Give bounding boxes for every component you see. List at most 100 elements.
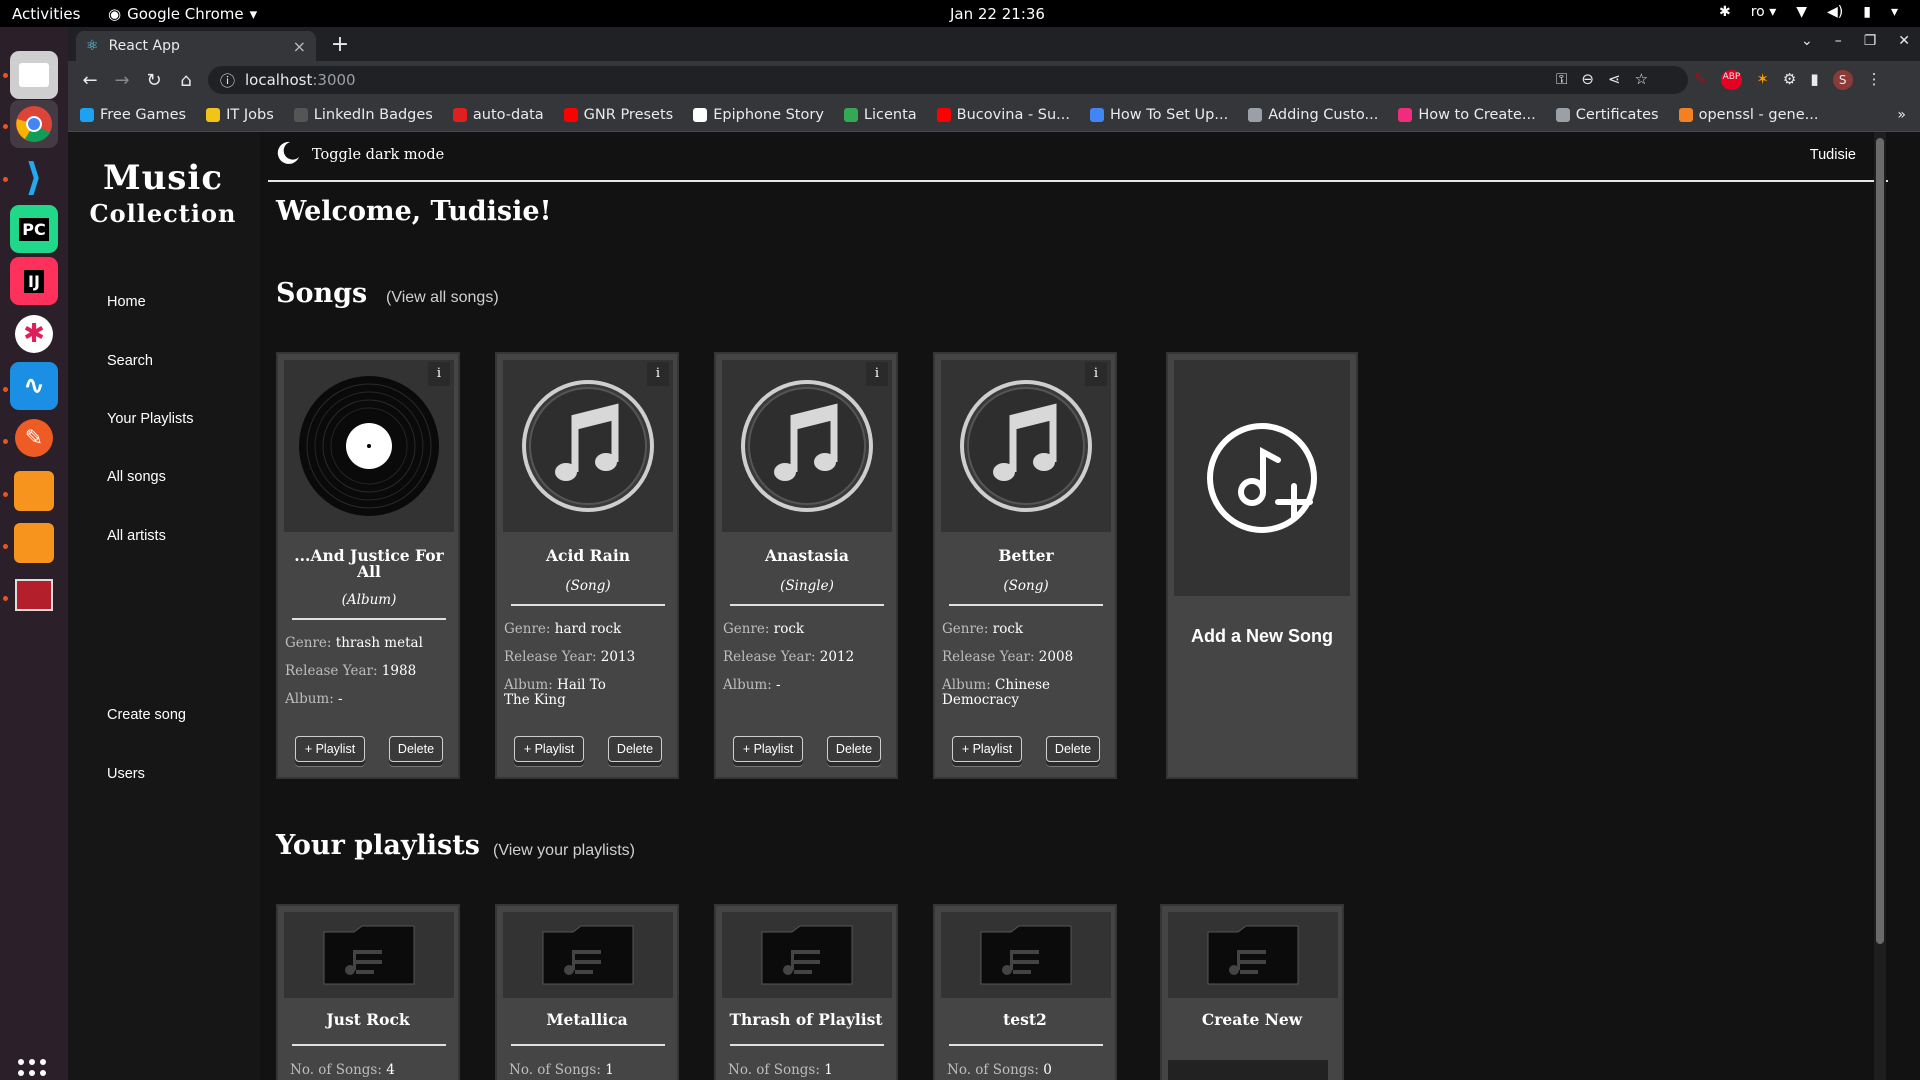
reload-icon[interactable]: ↻ (138, 70, 170, 91)
maximize-icon[interactable]: ❐ (1864, 33, 1877, 49)
pycharm-icon[interactable]: PC (10, 205, 58, 253)
bookmark-item[interactable]: GNR Presets (563, 107, 673, 123)
tab-strip: ⚛ React App × + ⌄ – ❐ ✕ (68, 27, 1920, 61)
system-tray[interactable]: ✱ ro ▾ ▼ ◀) ▮ ▾ (1719, 4, 1898, 20)
scrollbar-thumb[interactable] (1876, 138, 1884, 944)
playlist-card[interactable]: test2 No. of Songs: 0 (933, 904, 1117, 1080)
close-window-icon[interactable]: ✕ (1898, 33, 1910, 49)
create-playlist-input[interactable] (1168, 1060, 1328, 1080)
bookmark-item[interactable]: Bucovina - Su... (936, 107, 1070, 123)
zoom-icon[interactable]: ⊖ (1581, 70, 1594, 88)
language-indicator[interactable]: ro ▾ (1751, 4, 1777, 20)
key-icon[interactable]: ⚿ (1556, 70, 1567, 88)
song-title: ...And Justice For All (294, 546, 444, 581)
dark-mode-toggle[interactable]: Toggle dark mode (312, 147, 444, 163)
bookmark-item[interactable]: Adding Custo... (1248, 107, 1378, 123)
adblock-icon[interactable]: ABP (1720, 70, 1743, 90)
scrollbar[interactable] (1874, 132, 1886, 1080)
eclipse-icon[interactable] (10, 519, 58, 567)
info-button[interactable]: i (428, 362, 450, 386)
bookmark-item[interactable]: Epiphone Story (693, 107, 824, 123)
delete-button[interactable]: Delete (1046, 736, 1100, 762)
add-to-playlist-button[interactable]: + Playlist (952, 736, 1022, 762)
more-bookmarks-icon[interactable]: » (1897, 107, 1906, 123)
playlist-title: Thrash of Playlist (729, 1010, 883, 1029)
clock[interactable]: Jan 22 21:36 (950, 5, 1045, 23)
browser-tab[interactable]: ⚛ React App × (76, 31, 316, 61)
song-card[interactable]: i ...And Justice For All (Album) Genre: thr… (276, 352, 460, 779)
profile-avatar[interactable]: S (1832, 70, 1853, 90)
system-menu-caret-icon[interactable]: ▾ (1891, 4, 1898, 20)
chrome-dock-icon[interactable] (10, 100, 58, 148)
home-icon[interactable]: ⌂ (170, 70, 202, 91)
postman-icon[interactable]: ✎ (10, 414, 58, 462)
playlist-card[interactable]: Thrash of Playlist No. of Songs: 1 (714, 904, 898, 1080)
vscode-icon[interactable]: ⟩ (10, 153, 58, 201)
info-button[interactable]: i (1085, 362, 1107, 386)
playlist-card[interactable]: Metallica No. of Songs: 1 (495, 904, 679, 1080)
nav-your-playlists[interactable]: Your Playlists (107, 411, 194, 427)
create-playlist-card[interactable]: Create New (1160, 904, 1344, 1080)
bookmark-item[interactable]: LinkedIn Badges (293, 107, 433, 123)
activities-button[interactable]: Activities (12, 5, 80, 23)
app-logo[interactable]: Music Collection (88, 160, 238, 232)
nav-create-song[interactable]: Create song (107, 707, 186, 723)
bookmark-item[interactable]: openssl - gene... (1678, 107, 1818, 123)
close-tab-icon[interactable]: × (293, 37, 306, 56)
show-apps-icon[interactable] (18, 1059, 46, 1080)
delete-button[interactable]: Delete (608, 736, 662, 762)
eclipse-icon[interactable] (10, 467, 58, 515)
system-monitor-icon[interactable]: ∿ (10, 362, 58, 410)
song-album: Album: - (723, 677, 781, 693)
bookmark-item[interactable]: How to Create... (1398, 107, 1536, 123)
slack-tray-icon[interactable]: ✱ (1719, 4, 1731, 20)
tab-search-icon[interactable]: ⌄ (1801, 33, 1813, 49)
share-icon[interactable]: ⋖ (1608, 70, 1621, 88)
bookmark-item[interactable]: Certificates (1555, 107, 1659, 123)
nav-all-artists[interactable]: All artists (107, 528, 166, 544)
minimize-icon[interactable]: – (1835, 33, 1842, 49)
song-card[interactable]: i Anastasia (Single) Genre: rock Release Yea… (714, 352, 898, 779)
bookmark-item[interactable]: auto-data (452, 107, 544, 123)
bookmark-item[interactable]: IT Jobs (206, 107, 274, 123)
site-info-icon[interactable]: ⓘ (220, 70, 235, 91)
username[interactable]: Tudisie (1810, 147, 1856, 163)
nav-users[interactable]: Users (107, 766, 145, 782)
add-to-playlist-button[interactable]: + Playlist (295, 736, 365, 762)
terminal-app-icon[interactable] (10, 571, 58, 619)
nav-all-songs[interactable]: All songs (107, 469, 166, 485)
playlist-card[interactable]: Just Rock No. of Songs: 4 (276, 904, 460, 1080)
bookmark-item[interactable]: Licenta (843, 107, 917, 123)
add-to-playlist-button[interactable]: + Playlist (514, 736, 584, 762)
delete-button[interactable]: Delete (827, 736, 881, 762)
app-menu[interactable]: ◉ Google Chrome ▾ (108, 5, 257, 23)
bookmark-item[interactable]: How To Set Up... (1090, 107, 1228, 123)
song-card[interactable]: i Acid Rain (Song) Genre: hard rock Release … (495, 352, 679, 779)
nav-search[interactable]: Search (107, 353, 153, 369)
kebab-menu-icon[interactable]: ⋮ (1867, 70, 1882, 90)
info-button[interactable]: i (647, 362, 669, 386)
star-icon[interactable]: ☆ (1635, 70, 1648, 88)
bookmark-item[interactable]: Free Games (80, 107, 186, 123)
puzzle-icon[interactable]: ⚙ (1783, 70, 1796, 90)
add-to-playlist-button[interactable]: + Playlist (733, 736, 803, 762)
add-song-card[interactable]: Add a New Song (1166, 352, 1358, 779)
moon-icon[interactable] (274, 139, 302, 167)
back-icon[interactable]: ← (74, 70, 106, 91)
extension-icon[interactable]: ✎ (1694, 70, 1707, 90)
side-panel-icon[interactable]: ▮ (1810, 70, 1818, 90)
address-bar[interactable]: ⓘ localhost:3000 (208, 66, 1688, 94)
view-all-songs-link[interactable]: (View all songs) (386, 289, 499, 307)
delete-button[interactable]: Delete (389, 736, 443, 762)
extension-icon[interactable]: ✶ (1756, 70, 1769, 90)
view-your-playlists-link[interactable]: (View your playlists) (493, 842, 635, 860)
song-card[interactable]: i Better (Song) Genre: rock Release Year: 20… (933, 352, 1117, 779)
intellij-icon[interactable]: IJ (10, 257, 58, 305)
nav-home[interactable]: Home (107, 294, 146, 310)
new-tab-button[interactable]: + (326, 31, 354, 59)
info-button[interactable]: i (866, 362, 888, 386)
files-icon[interactable] (10, 51, 58, 99)
forward-icon[interactable]: → (106, 70, 138, 91)
slack-icon[interactable]: ✱ (10, 310, 58, 358)
song-album: Album: - (285, 691, 343, 707)
